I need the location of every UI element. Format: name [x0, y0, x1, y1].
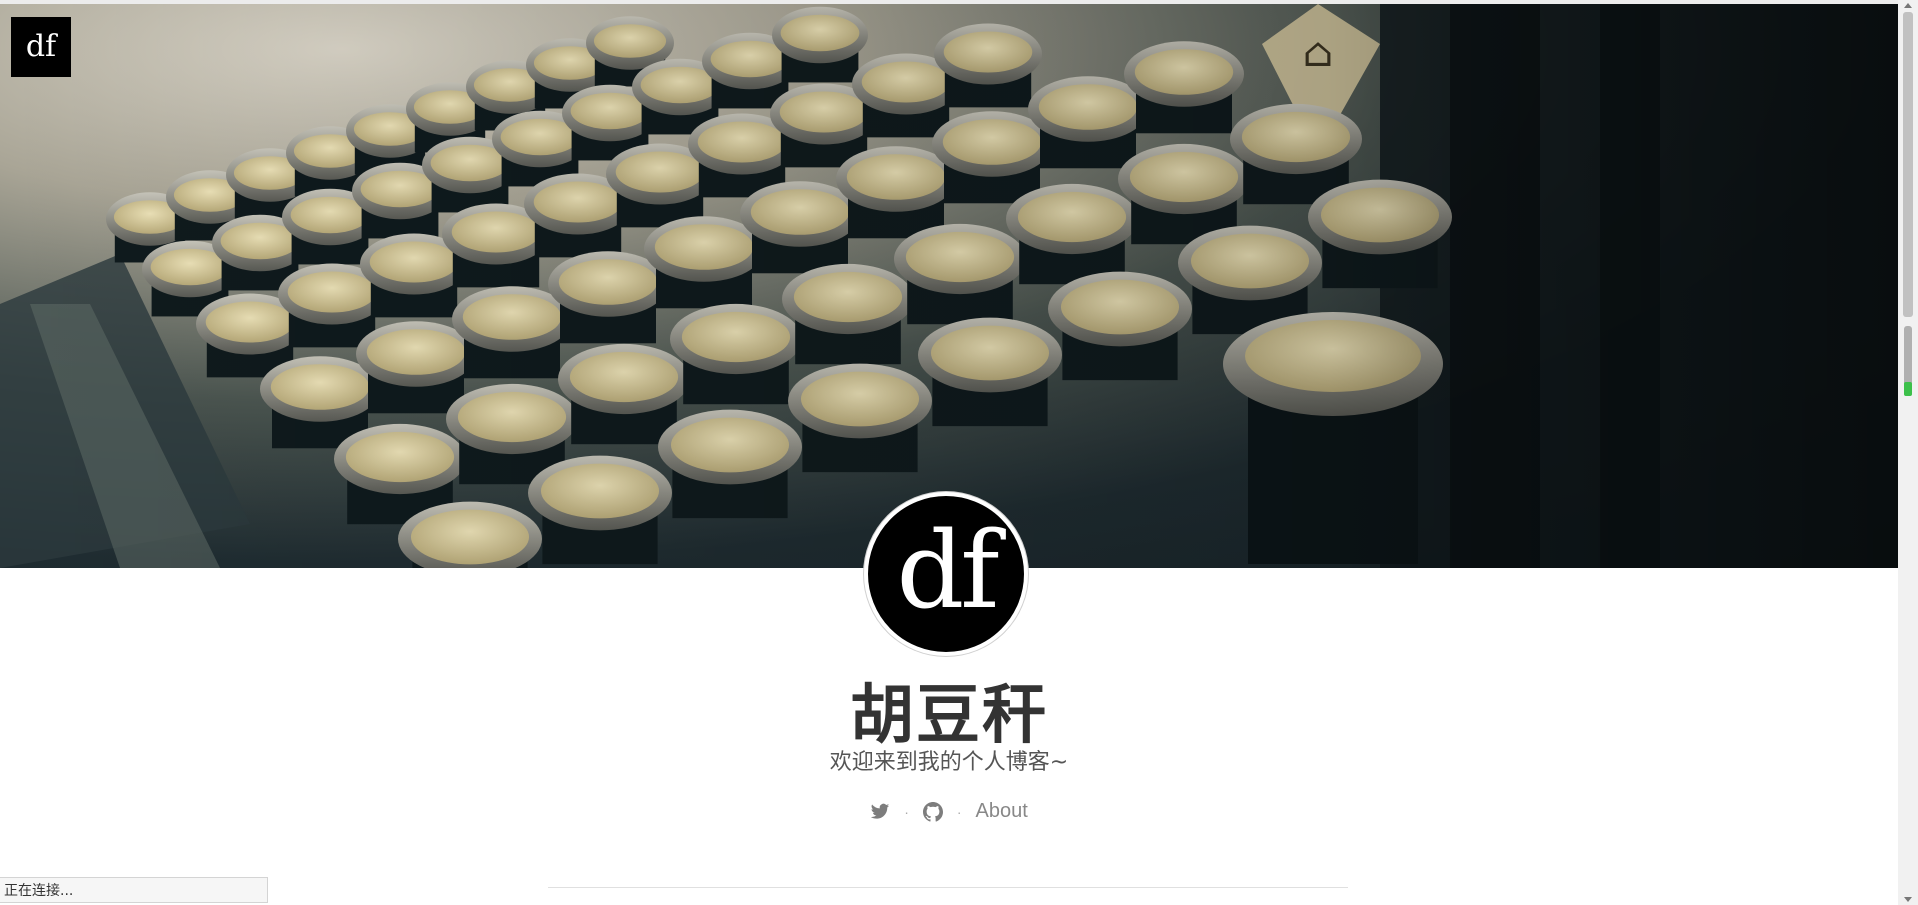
hero-banner-image: ⌂: [0, 4, 1898, 568]
content-divider: [548, 887, 1348, 888]
about-link[interactable]: About: [976, 800, 1028, 823]
social-links: · · About: [0, 800, 1898, 823]
scroll-down-arrow-icon[interactable]: [1904, 897, 1912, 902]
twitter-icon[interactable]: [870, 803, 890, 821]
site-logo[interactable]: df: [11, 17, 71, 77]
avatar[interactable]: df: [864, 492, 1028, 656]
scroll-indicator-icon: [1904, 382, 1912, 396]
site-subtitle: 欢迎来到我的个人博客~: [829, 750, 1069, 775]
scrollbar-thumb[interactable]: [1903, 12, 1913, 317]
typewriter-illustration: ⌂: [0, 4, 1898, 568]
page-scrollbar[interactable]: [1898, 0, 1918, 905]
browser-status-bar: 正在连接...: [0, 877, 268, 903]
link-separator: ·: [956, 803, 962, 820]
scroll-position-indicator: [1904, 326, 1912, 396]
github-icon[interactable]: [922, 801, 943, 822]
link-separator: ·: [904, 803, 909, 820]
scroll-up-arrow-icon[interactable]: [1904, 3, 1912, 8]
site-title: 胡豆秆: [850, 679, 1048, 753]
